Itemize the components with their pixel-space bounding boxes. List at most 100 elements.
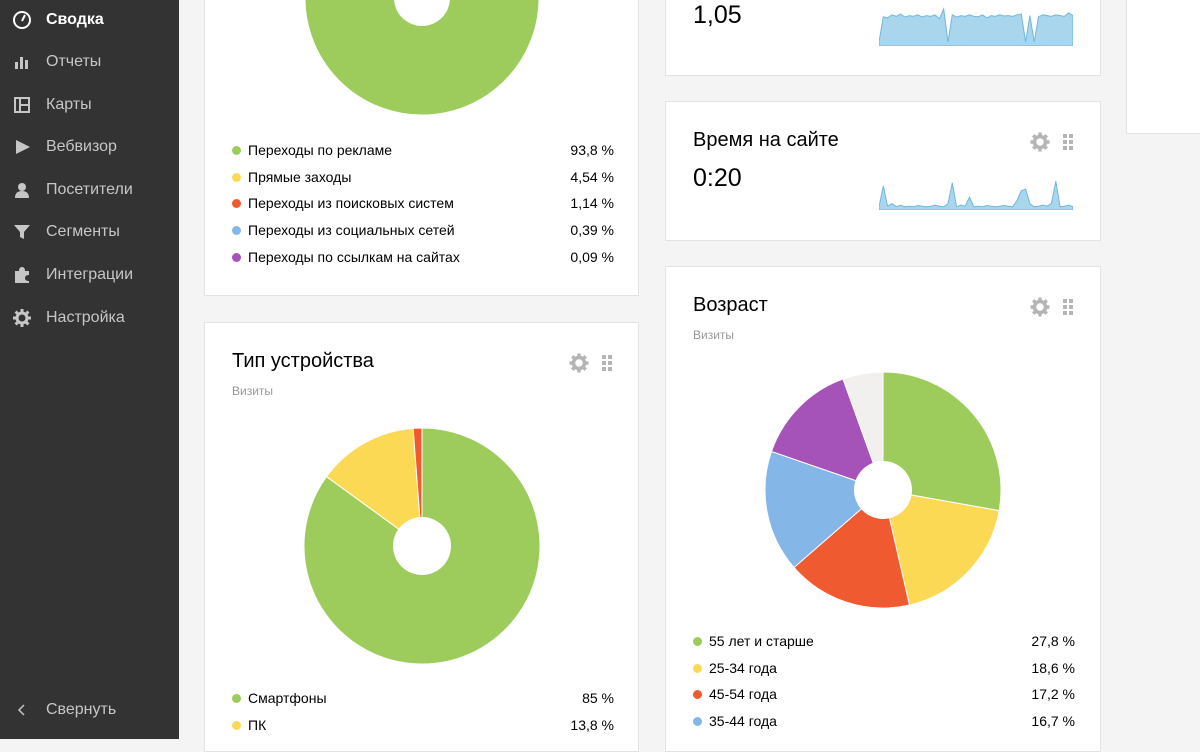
pie-center-hole (854, 461, 912, 519)
legend-dot (693, 690, 702, 700)
time-on-site-title: Время на сайте (693, 129, 839, 151)
pie-center-hole (393, 517, 451, 575)
card-tools (1030, 296, 1076, 318)
legend-item[interactable]: 55 лет и старше 27,8 % (693, 632, 1075, 652)
legend-item[interactable]: Переходы по ссылкам на сайтах 0,09 % (232, 248, 614, 268)
time-on-site-sparkline (879, 181, 1073, 210)
settings-icon[interactable] (569, 353, 589, 373)
time-on-site-value: 0:20 (693, 164, 742, 192)
device-card-title: Тип устройства (232, 350, 374, 372)
legend-label: 55 лет и старше (709, 633, 814, 649)
legend-label: Смартфоны (248, 690, 327, 706)
nav-label: Настройка (46, 309, 125, 326)
dashboard-icon (13, 11, 31, 29)
nav-label: Сводка (46, 11, 104, 28)
drag-handle-icon[interactable] (1063, 134, 1073, 150)
partial-card (1126, 0, 1200, 134)
map-icon (14, 97, 30, 113)
settings-icon[interactable] (1030, 132, 1050, 152)
legend-item[interactable]: Прямые заходы 4,54 % (232, 168, 614, 188)
drag-handle-icon[interactable] (602, 355, 612, 371)
traffic-sources-pie (304, 0, 540, 116)
nav-label: Отчеты (46, 53, 102, 70)
nav-item-segmenty[interactable]: Сегменты (0, 214, 179, 250)
legend-label: 45-54 года (709, 686, 777, 703)
legend-dot (232, 694, 241, 703)
nav-item-svodka[interactable]: Сводка (0, 2, 179, 38)
nav-label: Карты (46, 96, 92, 113)
nav-item-posetiteli[interactable]: Посетители (0, 172, 179, 208)
collapse-button[interactable]: Свернуть (0, 692, 179, 728)
gear-icon (13, 309, 31, 327)
dashboard: Переходы по рекламе 93,8 % Прямые заходы 4,… (179, 0, 1200, 752)
nav-item-vebvizor[interactable]: Вебвизор (0, 129, 179, 165)
depth-card: 1,05 (665, 0, 1101, 76)
age-pie (764, 371, 1002, 609)
nav-label: Посетители (46, 181, 133, 198)
legend-label: Переходы по ссылкам на сайтах (248, 248, 460, 265)
device-card-subtitle: Визиты (232, 384, 274, 398)
nav-item-otchety[interactable]: Отчеты (0, 44, 179, 80)
legend-item[interactable]: Смартфоны 85 % (232, 689, 614, 709)
legend-dot (232, 172, 241, 182)
chevron-left-icon (17, 704, 25, 716)
bar-chart-icon (15, 57, 28, 69)
legend-label: ПК (248, 716, 267, 733)
collapse-label: Свернуть (46, 701, 117, 718)
legend-dot (693, 663, 702, 673)
sidebar: Сводка Отчеты Карты Вебвизор Посетители … (0, 0, 179, 739)
legend-value: 16,7 % (1031, 713, 1075, 730)
age-card-subtitle: Визиты (693, 328, 735, 342)
legend-dot (693, 637, 702, 646)
card-tools (569, 352, 615, 374)
age-card: Возраст Визиты 55 лет и старше 27,8 % 25-3… (665, 266, 1101, 752)
user-icon (15, 183, 29, 198)
legend-value: 18,6 % (1031, 659, 1075, 676)
nav-item-integratsii[interactable]: Интеграции (0, 257, 179, 293)
time-on-site-card: Время на сайте 0:20 (665, 101, 1101, 241)
legend-value: 13,8 % (570, 716, 614, 733)
traffic-sources-card: Переходы по рекламе 93,8 % Прямые заходы 4,… (204, 0, 639, 296)
legend-item[interactable]: ПК 13,8 % (232, 716, 614, 736)
puzzle-icon (15, 267, 29, 283)
legend-dot (232, 226, 241, 236)
legend-value: 27,8 % (1031, 633, 1075, 649)
legend-item[interactable]: 25-34 года 18,6 % (693, 659, 1075, 679)
legend-label: Переходы из социальных сетей (248, 222, 455, 239)
legend-label: 25-34 года (709, 659, 777, 676)
nav-label: Вебвизор (46, 138, 117, 155)
legend-label: 35-44 года (709, 713, 777, 730)
legend-item[interactable]: 35-44 года 16,7 % (693, 712, 1075, 732)
legend-label: Прямые заходы (248, 168, 352, 185)
nav-item-karty[interactable]: Карты (0, 87, 179, 123)
legend-label: Переходы из поисковых систем (248, 195, 454, 212)
legend-value: 0,39 % (570, 222, 614, 239)
depth-sparkline (879, 7, 1073, 46)
nav-label: Сегменты (46, 223, 120, 240)
sparkline-area (879, 7, 1073, 46)
legend-value: 1,14 % (570, 195, 614, 212)
legend-value: 0,09 % (570, 248, 614, 265)
legend-label: Переходы по рекламе (248, 142, 393, 158)
play-icon (16, 140, 30, 154)
legend-value: 93,8 % (570, 142, 614, 158)
age-card-title: Возраст (693, 294, 768, 316)
depth-value: 1,05 (693, 1, 742, 29)
settings-icon[interactable] (1030, 297, 1050, 317)
legend-dot (232, 720, 241, 730)
legend-dot (232, 252, 241, 262)
legend-item[interactable]: Переходы из социальных сетей 0,39 % (232, 221, 614, 241)
legend-item[interactable]: Переходы по рекламе 93,8 % (232, 141, 614, 161)
nav-item-nastroyka[interactable]: Настройка (0, 300, 179, 336)
legend-value: 17,2 % (1031, 686, 1075, 703)
legend-item[interactable]: 45-54 года 17,2 % (693, 685, 1075, 705)
device-pie (303, 427, 541, 665)
filter-icon (14, 225, 30, 239)
legend-value: 85 % (582, 690, 614, 706)
sparkline-area (879, 181, 1073, 210)
device-card: Тип устройства Визиты Смартфоны 85 % ПК 13,… (204, 322, 639, 752)
drag-handle-icon[interactable] (1063, 299, 1073, 315)
legend-item[interactable]: Переходы из поисковых систем 1,14 % (232, 194, 614, 214)
legend-dot (232, 199, 241, 209)
card-tools (1030, 131, 1076, 153)
